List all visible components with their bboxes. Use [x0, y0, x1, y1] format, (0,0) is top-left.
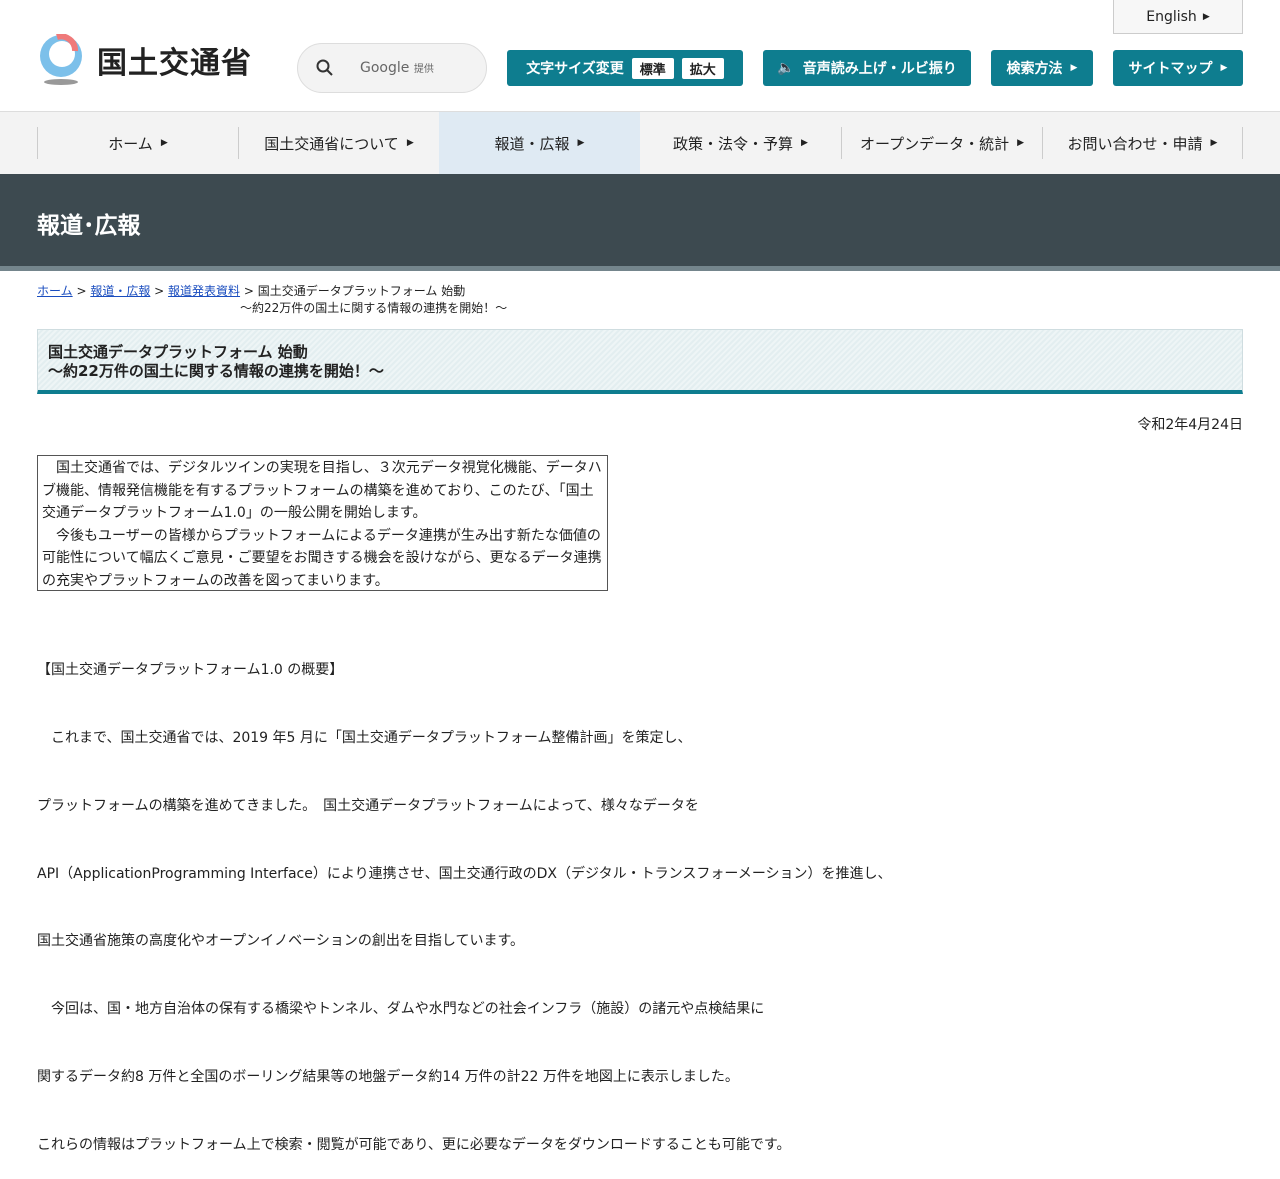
search-method-label: 検索方法: [1006, 61, 1063, 77]
breadcrumb-current-sub: ～約22万件の国土に関する情報の連携を開始！～: [240, 301, 508, 315]
section-heading: 【国土交通データプラットフォーム1.0 の概要】: [37, 662, 344, 679]
nav-label: オープンデータ・統計: [859, 134, 1010, 153]
english-label: English: [1146, 8, 1197, 25]
triangle-right-icon: ▶: [160, 138, 168, 148]
sitemap-label: サイトマップ: [1128, 61, 1213, 77]
body-line: API（ApplicationProgramming Interface）により…: [37, 865, 892, 882]
summary-box: 国土交通省では、デジタルツインの実現を目指し、３次元データ視覚化機能、データハブ…: [37, 455, 608, 591]
section-title: 報道･広報: [37, 213, 141, 239]
search-provided: 提供: [413, 64, 434, 75]
banner-divider: [0, 266, 1280, 271]
breadcrumb-current: 国土交通データプラットフォーム 始動: [257, 284, 466, 298]
search-brand: Google: [360, 60, 410, 76]
triangle-right-icon: ▶: [1220, 63, 1228, 73]
nav-policy[interactable]: 政策・法令・予算 ▶: [640, 127, 841, 159]
triangle-right-icon: ▶: [577, 138, 585, 148]
nav-contact[interactable]: お問い合わせ・申請 ▶: [1042, 127, 1243, 159]
nav-opendata[interactable]: オープンデータ・統計 ▶: [841, 127, 1042, 159]
logo[interactable]: 国土交通省: [37, 34, 252, 86]
font-large-button[interactable]: 拡大: [681, 57, 724, 79]
body-line: 国土交通省施策の高度化やオープンイノベーションの創出を目指しています。: [37, 933, 525, 950]
nav-press[interactable]: 報道・広報 ▶: [439, 112, 640, 174]
speaker-icon: 🔈: [777, 60, 795, 76]
font-size-label: 文字サイズ変更: [526, 61, 624, 77]
triangle-right-icon: ▶: [1202, 11, 1210, 22]
breadcrumb-home[interactable]: ホーム: [37, 284, 73, 298]
mlit-logo-icon: [40, 34, 82, 85]
nav-label: お問い合わせ・申請: [1067, 134, 1203, 153]
body-line: プラットフォームの構築を進めてきました。 国土交通データプラットフォームによって…: [37, 797, 699, 814]
nav-label: 国土交通省について: [264, 134, 399, 153]
body-line: これまで、国土交通省では、2019 年5 月に「国土交通データプラットフォーム整…: [37, 729, 692, 746]
triangle-right-icon: ▶: [1070, 63, 1078, 73]
search-icon: [316, 59, 333, 76]
triangle-right-icon: ▶: [1210, 138, 1218, 148]
nav-label: 政策・法令・予算: [673, 134, 794, 153]
nav-label: 報道・広報: [494, 134, 570, 153]
nav-label: ホーム: [108, 134, 153, 153]
summary-paragraph: 今後もユーザーの皆様からプラットフォームによるデータ連携が生み出す新たな価値の可…: [42, 527, 602, 589]
release-date: 令和2年4月24日: [1137, 417, 1243, 433]
sitemap-button[interactable]: サイトマップ ▶: [1113, 50, 1243, 86]
summary-paragraph: 国土交通省では、デジタルツインの実現を目指し、３次元データ視覚化機能、データハブ…: [42, 460, 602, 522]
triangle-right-icon: ▶: [801, 138, 808, 148]
title-line-2: ～約22万件の国土に関する情報の連携を開始！～: [48, 362, 384, 380]
english-link[interactable]: English ▶: [1113, 0, 1243, 34]
speech-label: 音声読み上げ・ルビ振り: [802, 61, 957, 77]
page-title: 国土交通データプラットフォーム 始動 ～約22万件の国土に関する情報の連携を開始！…: [37, 329, 1243, 394]
breadcrumb-releases[interactable]: 報道発表資料: [168, 284, 240, 298]
body-line: 今回は、国・地方自治体の保有する橋梁やトンネル、ダムや水門などの社会インフラ（施…: [37, 1001, 765, 1018]
logo-text: 国土交通省: [97, 46, 252, 81]
search-box[interactable]: Google 提供: [297, 43, 487, 93]
search-method-button[interactable]: 検索方法 ▶: [991, 50, 1093, 86]
font-size-control: 文字サイズ変更 標準 拡大: [507, 50, 743, 86]
speech-button[interactable]: 🔈 音声読み上げ・ルビ振り: [763, 50, 971, 86]
font-standard-button[interactable]: 標準: [631, 57, 674, 79]
title-line-1: 国土交通データプラットフォーム 始動: [48, 343, 308, 361]
triangle-right-icon: ▶: [1017, 138, 1025, 148]
body-text: 【国土交通データプラットフォーム1.0 の概要】 これまで、国土交通省では、20…: [37, 614, 892, 1179]
triangle-right-icon: ▶: [406, 138, 414, 148]
body-line: これらの情報はプラットフォーム上で検索・閲覧が可能であり、更に必要なデータをダウ…: [37, 1136, 791, 1153]
nav-about[interactable]: 国土交通省について ▶: [238, 127, 439, 159]
section-banner: 報道･広報: [0, 174, 1280, 266]
nav-home[interactable]: ホーム ▶: [37, 127, 238, 159]
global-nav: ホーム ▶ 国土交通省について ▶ 報道・広報 ▶ 政策・法令・予算 ▶ オープンデータ…: [0, 111, 1280, 174]
body-line: 関するデータ約8 万件と全国のボーリング結果等の地盤データ約14 万件の計22 …: [37, 1068, 739, 1085]
breadcrumb: ホーム > 報道・広報 > 報道発表資料 > 国土交通データプラットフォーム 始…: [37, 284, 508, 315]
breadcrumb-press[interactable]: 報道・広報: [90, 284, 150, 298]
